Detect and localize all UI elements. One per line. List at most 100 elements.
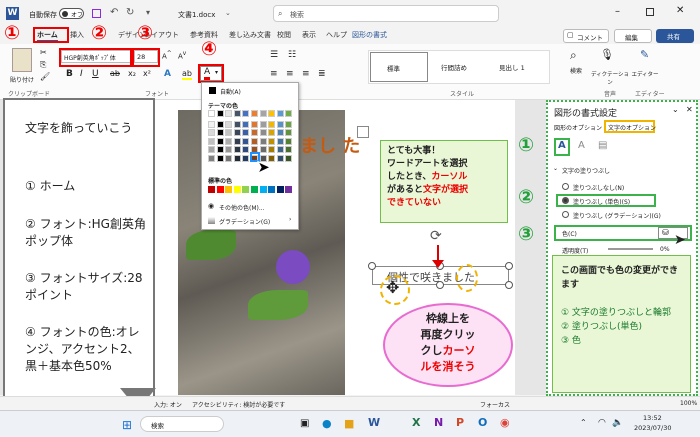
- theme-color-swatch[interactable]: [242, 155, 250, 162]
- italic-icon[interactable]: I: [80, 69, 83, 79]
- theme-color-swatch[interactable]: [208, 110, 215, 117]
- transparency-slider[interactable]: [608, 248, 653, 250]
- standard-color-swatch[interactable]: [208, 186, 215, 193]
- tray-chevron-icon[interactable]: ⌃: [580, 418, 587, 427]
- dictate-label[interactable]: ディクテーション: [590, 70, 630, 86]
- theme-color-swatch[interactable]: [268, 146, 276, 154]
- theme-color-swatch[interactable]: [216, 137, 224, 145]
- standard-color-swatch[interactable]: [276, 186, 284, 193]
- theme-color-swatch[interactable]: [208, 146, 215, 154]
- radio-no-fill[interactable]: [562, 183, 569, 190]
- onenote-taskbar-icon[interactable]: N: [434, 416, 443, 429]
- text-effects-icon[interactable]: A: [164, 69, 171, 79]
- theme-color-swatch[interactable]: [208, 120, 215, 128]
- maximize-icon[interactable]: [646, 8, 654, 16]
- align-right-icon[interactable]: ≡: [302, 69, 310, 79]
- standard-color-swatch[interactable]: [268, 186, 276, 193]
- explorer-icon[interactable]: ■: [344, 417, 354, 430]
- text-fill-outline-button[interactable]: A: [554, 138, 570, 156]
- pane-close-icon[interactable]: ✕: [686, 105, 693, 114]
- accessibility-status[interactable]: アクセシビリティ: 検討が必要です: [192, 400, 285, 409]
- theme-color-swatch[interactable]: [259, 120, 267, 128]
- theme-color-swatch[interactable]: [242, 110, 250, 117]
- theme-color-swatch[interactable]: [259, 146, 267, 154]
- theme-color-swatch[interactable]: [285, 137, 293, 145]
- theme-color-swatch[interactable]: [285, 129, 293, 137]
- theme-color-swatch[interactable]: [208, 137, 215, 145]
- theme-color-swatch[interactable]: [276, 155, 284, 162]
- tab-mailings[interactable]: 差し込み文書: [229, 30, 271, 40]
- shrink-font-icon[interactable]: Av: [178, 51, 186, 60]
- theme-color-swatch[interactable]: [259, 137, 267, 145]
- radio-solid-fill[interactable]: [562, 197, 569, 204]
- comment-button[interactable]: ▢ コメント: [563, 29, 609, 43]
- volume-icon[interactable]: 🔈: [612, 418, 623, 428]
- format-painter-icon[interactable]: 🖌: [40, 72, 50, 81]
- selection-handle[interactable]: [436, 281, 444, 289]
- minimize-icon[interactable]: –: [615, 6, 620, 17]
- selection-handle[interactable]: [505, 262, 513, 270]
- theme-color-swatch[interactable]: [268, 120, 276, 128]
- undo-icon[interactable]: ↶: [110, 7, 118, 18]
- theme-color-swatch[interactable]: [251, 129, 258, 137]
- clock-time[interactable]: 13:52: [643, 414, 662, 422]
- standard-color-swatch[interactable]: [259, 186, 267, 193]
- superscript-icon[interactable]: x²: [143, 69, 151, 78]
- standard-color-swatch[interactable]: [216, 186, 224, 193]
- section-text-fill[interactable]: 文字の塗りつぶし: [562, 166, 610, 175]
- theme-color-swatch[interactable]: [225, 129, 233, 137]
- edit-mode-button[interactable]: 編集: [614, 29, 652, 43]
- chrome-taskbar-icon[interactable]: ◉: [500, 416, 510, 429]
- style-no-spacing[interactable]: 行間詰め: [431, 52, 489, 82]
- theme-color-swatch[interactable]: [233, 137, 241, 145]
- theme-color-swatch[interactable]: [285, 155, 293, 162]
- close-icon[interactable]: ✕: [676, 5, 684, 16]
- theme-color-swatch[interactable]: [268, 129, 276, 137]
- tab-shape-options[interactable]: 図形のオプション: [554, 123, 602, 132]
- focus-button[interactable]: フォーカス: [480, 400, 510, 409]
- theme-color-swatch[interactable]: [225, 120, 233, 128]
- theme-color-swatch[interactable]: [285, 110, 293, 117]
- editor-label[interactable]: エディター: [630, 70, 660, 78]
- tab-review[interactable]: 校閲: [277, 30, 291, 40]
- selection-handle[interactable]: [368, 262, 376, 270]
- theme-color-swatch[interactable]: [216, 155, 224, 162]
- theme-color-swatch[interactable]: [259, 110, 267, 117]
- section-collapse-icon[interactable]: ⌄: [553, 165, 558, 172]
- gradient-item[interactable]: グラデーション(G) ›: [205, 216, 295, 226]
- autosave-toggle[interactable]: オフ: [59, 8, 84, 19]
- theme-color-swatch[interactable]: [216, 110, 224, 117]
- tab-shape-format[interactable]: 図形の書式: [352, 30, 387, 40]
- share-button[interactable]: 共有: [656, 29, 694, 43]
- theme-color-swatch[interactable]: [276, 120, 284, 128]
- selection-handle[interactable]: [505, 281, 513, 289]
- tab-insert[interactable]: 挿入: [70, 30, 84, 40]
- standard-color-swatch[interactable]: [242, 186, 250, 193]
- align-center-icon[interactable]: ≡: [286, 69, 294, 79]
- theme-color-swatch[interactable]: [268, 110, 276, 117]
- style-normal[interactable]: 標準: [370, 52, 428, 82]
- taskbar-search[interactable]: 検索: [140, 416, 224, 432]
- theme-color-swatch[interactable]: [242, 120, 250, 128]
- theme-color-swatch[interactable]: [242, 129, 250, 137]
- radio-gradient-fill[interactable]: [562, 211, 569, 218]
- filename-chevron-icon[interactable]: ⌄: [225, 9, 231, 17]
- style-heading1[interactable]: 見出し 1: [491, 52, 549, 82]
- tab-help[interactable]: ヘルプ: [326, 30, 347, 40]
- auto-color-item[interactable]: 自動(A): [205, 86, 295, 96]
- clock-date[interactable]: 2023/07/30: [634, 424, 671, 432]
- rotate-handle-icon[interactable]: ⟳: [430, 228, 442, 244]
- theme-color-swatch[interactable]: [285, 120, 293, 128]
- theme-color-swatch[interactable]: [276, 146, 284, 154]
- wordart-text[interactable]: まし た: [300, 132, 360, 158]
- underline-icon[interactable]: U: [92, 69, 99, 79]
- theme-color-swatch[interactable]: [208, 129, 215, 137]
- highlight-icon[interactable]: ab: [182, 69, 192, 80]
- standard-color-swatch[interactable]: [285, 186, 293, 193]
- theme-color-swatch[interactable]: [251, 120, 258, 128]
- strikethrough-icon[interactable]: ab: [110, 69, 120, 78]
- grow-font-icon[interactable]: A^: [162, 51, 172, 60]
- theme-color-swatch[interactable]: [225, 146, 233, 154]
- tab-view[interactable]: 表示: [302, 30, 316, 40]
- theme-color-swatch[interactable]: [233, 120, 241, 128]
